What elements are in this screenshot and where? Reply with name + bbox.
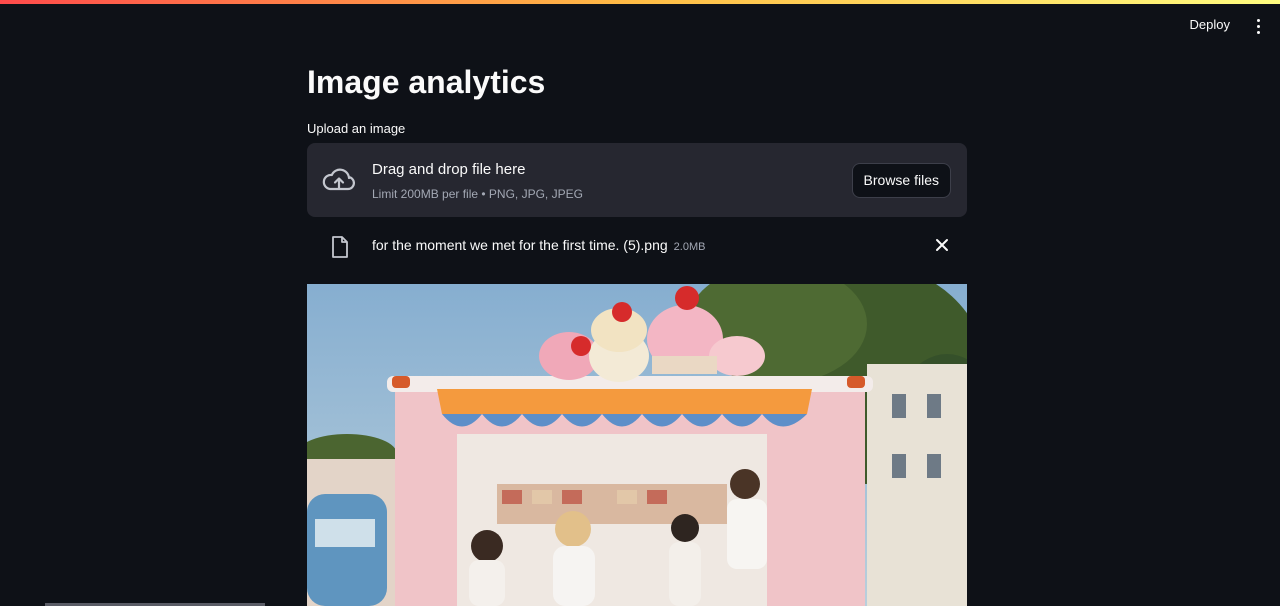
browse-files-button[interactable]: Browse files	[851, 163, 951, 198]
ice-cream-truck-image	[307, 284, 967, 606]
file-name-text: for the moment we met for the first time…	[372, 237, 668, 253]
dropzone-title: Drag and drop file here	[372, 161, 526, 178]
dropzone-subtitle: Limit 200MB per file • PNG, JPG, JPEG	[372, 187, 583, 201]
deploy-button[interactable]: Deploy	[1190, 17, 1230, 32]
upload-label: Upload an image	[307, 121, 406, 136]
uploaded-file-row: for the moment we met for the first time…	[307, 228, 967, 264]
cloud-upload-icon	[322, 168, 355, 191]
close-icon[interactable]	[935, 238, 949, 252]
file-icon	[332, 236, 348, 258]
kebab-menu-icon[interactable]	[1250, 16, 1266, 36]
uploaded-image	[307, 284, 967, 606]
app-header: Deploy	[0, 4, 1280, 48]
file-name: for the moment we met for the first time…	[372, 237, 705, 253]
file-size: 2.0MB	[673, 241, 706, 253]
page-title: Image analytics	[307, 64, 546, 100]
file-dropzone[interactable]: Drag and drop file here Limit 200MB per …	[307, 143, 967, 217]
